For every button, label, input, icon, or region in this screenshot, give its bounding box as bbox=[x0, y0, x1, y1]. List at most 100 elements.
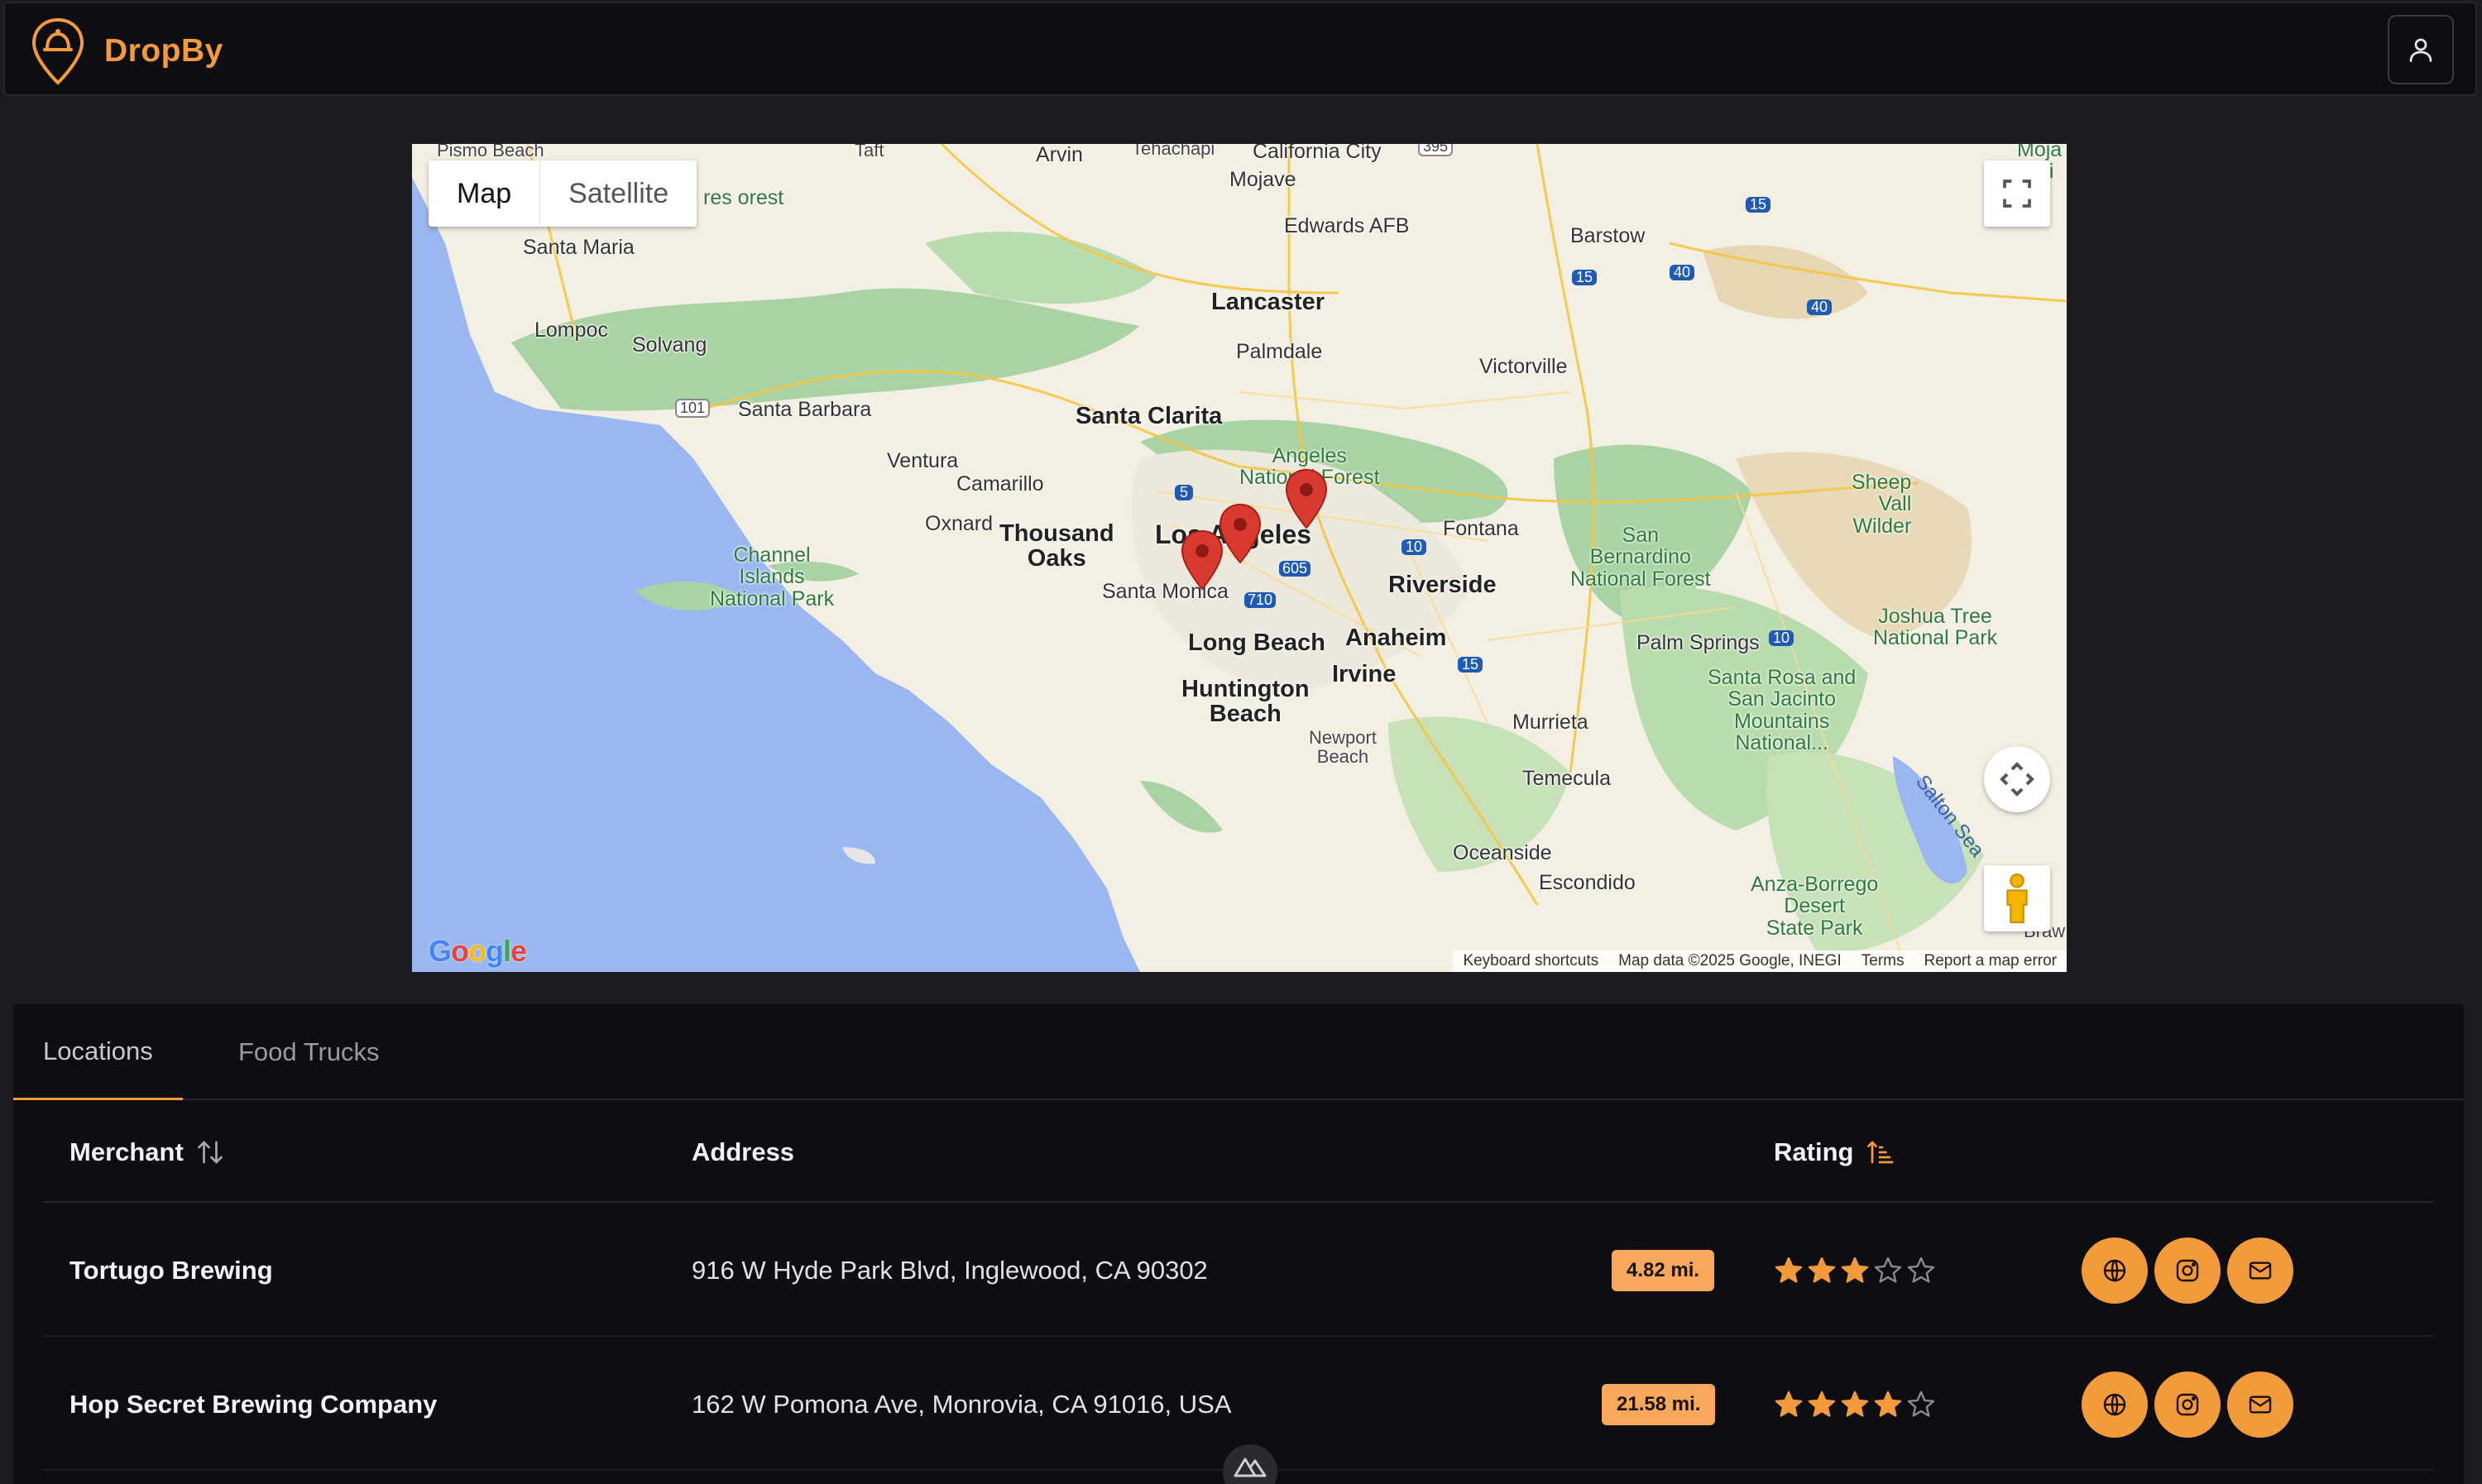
row-actions bbox=[2082, 1204, 2293, 1337]
route-shield: 15 bbox=[1746, 197, 1771, 213]
mail-icon bbox=[2249, 1261, 2272, 1280]
star-filled-icon bbox=[1808, 1391, 1836, 1417]
star-filled-icon bbox=[1841, 1257, 1869, 1283]
tab-locations[interactable]: Locations bbox=[13, 1004, 183, 1100]
map-data-text: Map data ©2025 Google, INEGI bbox=[1618, 952, 1842, 969]
mountain-logo-icon bbox=[1234, 1458, 1267, 1477]
table-row[interactable]: Tortugo Brewing 916 W Hyde Park Blvd, In… bbox=[43, 1204, 2434, 1337]
brand[interactable]: DropBy bbox=[30, 17, 223, 86]
star-filled-icon bbox=[1775, 1391, 1803, 1417]
map-pin[interactable] bbox=[1180, 529, 1224, 591]
app-name: DropBy bbox=[104, 33, 223, 69]
map-label: Tehachapi bbox=[1132, 144, 1215, 159]
map-pin[interactable] bbox=[1284, 468, 1329, 529]
tab-food-trucks[interactable]: Food Trucks bbox=[208, 1004, 410, 1100]
route-shield: 5 bbox=[1175, 485, 1194, 500]
map-type-map-button[interactable]: Map bbox=[429, 160, 539, 227]
map-label: Lompoc bbox=[534, 318, 608, 342]
email-button[interactable] bbox=[2227, 1372, 2293, 1438]
profile-button[interactable] bbox=[2388, 15, 2454, 84]
merchant-name[interactable]: Hop Secret Brewing Company bbox=[69, 1338, 437, 1471]
website-button[interactable] bbox=[2082, 1237, 2148, 1304]
website-button[interactable] bbox=[2082, 1372, 2148, 1438]
map-attribution: Keyboard shortcuts Map data ©2025 Google… bbox=[1453, 950, 2067, 972]
row-actions bbox=[2082, 1338, 2293, 1471]
map-label: Oxnard bbox=[925, 512, 993, 535]
star-empty-icon bbox=[1874, 1257, 1902, 1283]
app-header: DropBy bbox=[3, 2, 2477, 96]
map-label: Temecula bbox=[1522, 767, 1611, 790]
map-label: Escondido bbox=[1539, 871, 1636, 894]
camera-control-button[interactable] bbox=[1984, 746, 2050, 812]
map-type-control: Map Satellite bbox=[429, 160, 697, 227]
merchant-address: 162 W Pomona Ave, Monrovia, CA 91016, US… bbox=[692, 1390, 1232, 1419]
map-label: Irvine bbox=[1332, 661, 1397, 687]
terms-link[interactable]: Terms bbox=[1852, 952, 1914, 970]
map-label: Channel Islands National Park bbox=[710, 543, 835, 610]
rating-header-label: Rating bbox=[1774, 1137, 1854, 1166]
map-label: Palm Springs bbox=[1636, 631, 1760, 654]
instagram-button[interactable] bbox=[2154, 1372, 2221, 1438]
rating-column-header[interactable]: Rating bbox=[1774, 1102, 1895, 1203]
map-label: California City bbox=[1253, 144, 1382, 163]
route-shield: 40 bbox=[1807, 299, 1833, 315]
map-label: Anaheim bbox=[1345, 625, 1447, 651]
map-label: Edwards AFB bbox=[1284, 214, 1410, 237]
instagram-icon bbox=[2176, 1393, 2199, 1416]
star-empty-icon bbox=[1907, 1391, 1935, 1417]
merchant-name[interactable]: Tortugo Brewing bbox=[69, 1204, 273, 1337]
mail-icon bbox=[2249, 1395, 2272, 1414]
map-label: Huntington Beach bbox=[1181, 676, 1310, 728]
map-label: Palmdale bbox=[1236, 340, 1323, 363]
map-label: Taft bbox=[855, 144, 884, 160]
star-filled-icon bbox=[1841, 1391, 1869, 1417]
instagram-button[interactable] bbox=[2154, 1237, 2221, 1304]
street-view-button[interactable] bbox=[1984, 865, 2050, 931]
fullscreen-button[interactable] bbox=[1984, 160, 2050, 227]
globe-icon bbox=[2103, 1393, 2126, 1416]
map-label: Sheep Vall Wilder bbox=[1852, 471, 1912, 538]
locations-panel: Locations Food Trucks Merchant Address R… bbox=[13, 1004, 2464, 1484]
map-label: Santa Rosa and San Jacinto Mountains Nat… bbox=[1708, 666, 1857, 754]
map-type-satellite-button[interactable]: Satellite bbox=[539, 160, 697, 227]
map-label: Long Beach bbox=[1188, 630, 1325, 656]
star-rating bbox=[1774, 1204, 1936, 1337]
route-shield: 10 bbox=[1769, 630, 1794, 646]
map-label: Victorville bbox=[1479, 355, 1568, 378]
merchant-header-label: Merchant bbox=[69, 1137, 184, 1166]
map-label: Thousand Oaks bbox=[999, 520, 1114, 572]
keyboard-shortcuts-link[interactable]: Keyboard shortcuts bbox=[1453, 952, 1608, 970]
route-shield: 605 bbox=[1279, 561, 1311, 577]
map-label: Ventura bbox=[887, 449, 959, 472]
merchant-address: 916 W Hyde Park Blvd, Inglewood, CA 9030… bbox=[692, 1256, 1208, 1285]
star-rating bbox=[1774, 1338, 1936, 1471]
pegman-icon bbox=[2006, 873, 2028, 924]
pan-arrows-icon bbox=[2000, 762, 2034, 797]
route-shield: 15 bbox=[1572, 270, 1598, 285]
report-error-link[interactable]: Report a map error bbox=[1914, 952, 2067, 970]
google-logo[interactable]: Google bbox=[429, 934, 527, 969]
map-label: res orest bbox=[703, 186, 784, 209]
logo-icon bbox=[31, 17, 84, 85]
star-filled-icon bbox=[1808, 1257, 1836, 1283]
map-label: Fontana bbox=[1443, 517, 1519, 540]
address-column-header: Address bbox=[692, 1137, 795, 1166]
map-label: Pismo Beach bbox=[437, 144, 544, 160]
user-icon bbox=[2409, 38, 2432, 62]
map-label: Murrieta bbox=[1512, 711, 1588, 734]
map-label: Santa Clarita bbox=[1076, 403, 1223, 429]
fullscreen-icon bbox=[2003, 180, 2031, 208]
map-label: Arvin bbox=[1036, 144, 1083, 166]
map-label: San Bernardino National Forest bbox=[1570, 524, 1711, 591]
route-shield: 10 bbox=[1402, 539, 1427, 555]
map-view[interactable]: Pismo Beach Taft Arvin Tehachapi Califor… bbox=[412, 144, 2067, 972]
map-label: Camarillo bbox=[956, 472, 1044, 495]
map-pin[interactable] bbox=[1218, 503, 1263, 564]
table-header: Merchant Address Rating bbox=[43, 1102, 2434, 1203]
map-label: Santa Barbara bbox=[738, 398, 872, 421]
merchant-column-header[interactable]: Merchant bbox=[69, 1102, 225, 1203]
route-shield: 40 bbox=[1670, 265, 1695, 280]
globe-icon bbox=[2103, 1259, 2126, 1282]
map-label: Oceanside bbox=[1453, 841, 1552, 864]
email-button[interactable] bbox=[2227, 1237, 2293, 1304]
